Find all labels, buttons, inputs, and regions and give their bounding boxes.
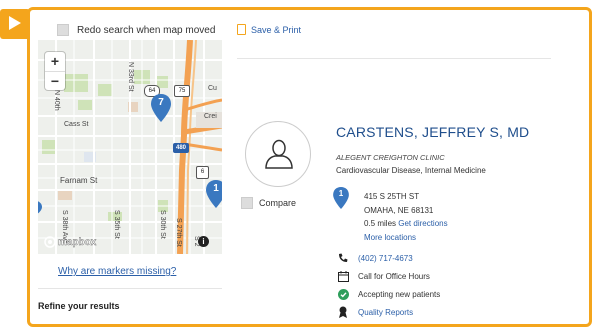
- collapse-panel-tab[interactable]: [0, 9, 30, 39]
- map-marker-partial[interactable]: [38, 200, 42, 216]
- mapbox-logo[interactable]: mapbox: [44, 236, 97, 248]
- interstate-shield-480: 480: [173, 143, 189, 153]
- compare-checkbox[interactable]: [241, 197, 253, 209]
- street-label-cass: Cass St: [64, 121, 89, 128]
- chevron-right-icon: [9, 16, 21, 30]
- compare-toggle[interactable]: Compare: [241, 197, 296, 209]
- office-hours-text: Call for Office Hours: [358, 272, 430, 281]
- mapbox-logo-text: mapbox: [58, 236, 97, 248]
- distance-text: 0.5 miles: [364, 219, 397, 228]
- doctor-name-link[interactable]: CARSTENS, JEFFREY S, MD: [336, 124, 529, 140]
- street-label-s30: S 30th St: [159, 210, 166, 239]
- street-label-n33: N 33rd St: [127, 62, 134, 92]
- doctor-avatar: [245, 121, 311, 187]
- highway-shield-75: 75: [174, 85, 190, 97]
- phone-link[interactable]: (402) 717-4673: [358, 254, 413, 263]
- phone-icon: [336, 253, 350, 263]
- address-block: 415 S 25TH ST OMAHA, NE 68131 0.5 miles …: [364, 190, 448, 244]
- street-label-n40: N 40th: [53, 90, 60, 111]
- location-marker-label: 1: [338, 189, 344, 198]
- highway-shield-6: 6: [196, 166, 209, 179]
- place-label-cu: Cu: [208, 85, 217, 92]
- phone-row: (402) 717-4673: [336, 253, 413, 263]
- compare-label: Compare: [259, 198, 297, 208]
- check-circle-icon: [336, 289, 350, 300]
- zoom-controls: + −: [45, 52, 65, 90]
- quality-reports-link[interactable]: Quality Reports: [358, 308, 413, 317]
- street-label-s35: S 35th St: [113, 210, 120, 239]
- map-info-icon[interactable]: i: [198, 236, 209, 247]
- get-directions-link[interactable]: Get directions: [398, 219, 447, 228]
- accepting-patients-row: Accepting new patients: [336, 289, 440, 300]
- save-print-button[interactable]: Save & Print: [237, 24, 301, 35]
- calendar-icon: [336, 271, 350, 282]
- left-divider: [38, 288, 222, 289]
- mapbox-logo-icon: [44, 236, 56, 248]
- more-locations-link[interactable]: More locations: [364, 231, 448, 245]
- location-marker: 1: [333, 187, 349, 214]
- save-print-label: Save & Print: [251, 24, 302, 35]
- map-marker-7-label: 7: [158, 97, 164, 108]
- street-label-s27: S 27th St: [175, 218, 182, 247]
- quality-reports-row: Quality Reports: [336, 306, 413, 318]
- map-marker-1[interactable]: 1: [206, 180, 222, 208]
- document-icon: [237, 24, 246, 35]
- zoom-in-button[interactable]: +: [45, 52, 65, 72]
- map-marker-1-label: 1: [213, 183, 219, 194]
- person-icon: [265, 139, 293, 169]
- header-divider: [237, 58, 551, 59]
- distance-row: 0.5 miles Get directions: [364, 217, 448, 231]
- address-line-2: OMAHA, NE 68131: [364, 205, 434, 215]
- award-ribbon-icon: [336, 306, 350, 318]
- redo-search-checkbox[interactable]: [57, 24, 69, 36]
- redo-search-toggle[interactable]: Redo search when map moved: [57, 24, 215, 36]
- refine-results-heading: Refine your results: [38, 301, 120, 311]
- place-label-creighton: Crei: [204, 113, 217, 120]
- address-line-1: 415 S 25TH ST: [364, 192, 420, 201]
- markers-missing-link[interactable]: Why are markers missing?: [58, 266, 176, 277]
- doctor-specialty: Cardiovascular Disease, Internal Medicin…: [336, 166, 486, 175]
- marker-pin-icon: [38, 201, 42, 214]
- clinic-name: ALEGENT CREIGHTON CLINIC: [336, 153, 445, 162]
- map-marker-7[interactable]: 7: [151, 94, 171, 122]
- zoom-out-button[interactable]: −: [45, 72, 65, 91]
- map[interactable]: + − Cass St Farnam St Crei Cu N 40th N 3…: [38, 40, 222, 254]
- street-label-farnam: Farnam St: [60, 176, 98, 185]
- office-hours-row: Call for Office Hours: [336, 271, 430, 282]
- redo-search-label: Redo search when map moved: [77, 24, 216, 36]
- accepting-patients-text: Accepting new patients: [358, 290, 441, 299]
